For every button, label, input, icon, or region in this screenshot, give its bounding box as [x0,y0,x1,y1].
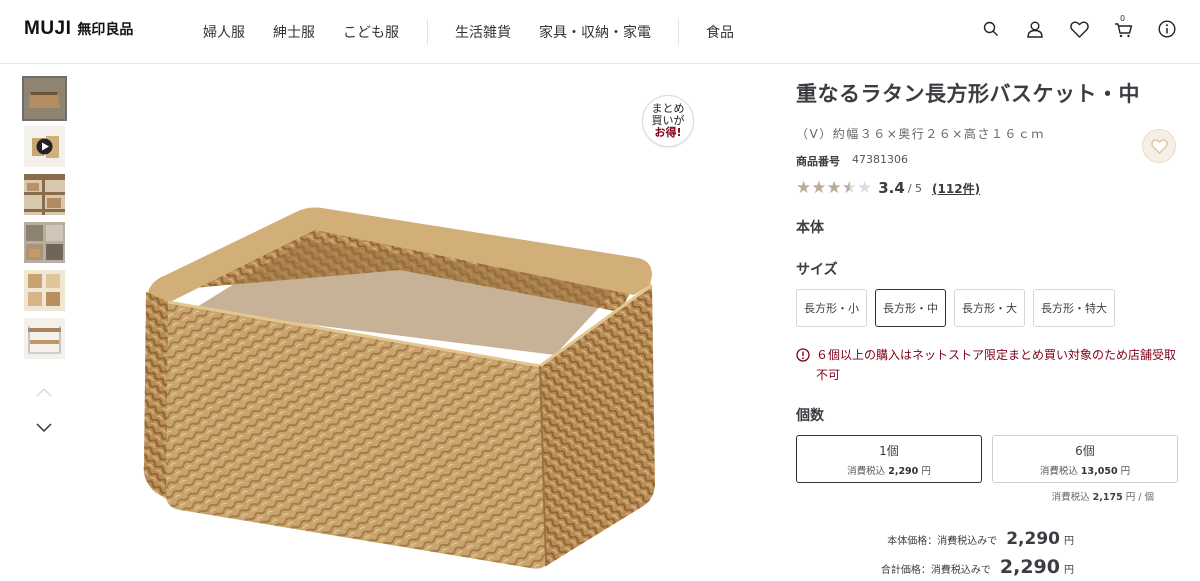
unit-price-note: 消費税込 2,175 円 / 個 [1051,492,1154,503]
size-option-small[interactable]: 長方形・小 [796,289,867,327]
body-price-label: 本体価格：消費税込みで [887,536,998,547]
info-icon[interactable] [1156,18,1178,40]
review-count-link[interactable]: (112件) [932,180,980,197]
size-heading: サイズ [796,262,838,278]
main-nav: 婦人服 紳士服 こども服 生活雑貨 家具・収納・家電 食品 [203,0,734,64]
cart-count: 0 [1120,14,1126,23]
logo-wordmark: MUJI [24,18,72,39]
product-dimensions: （V）約幅３６×奥行２６×高さ１６ｃｍ [796,127,1045,141]
product-detail-panel: 重なるラタン長方形バスケット・中 （V）約幅３６×奥行２６×高さ１６ｃｍ 商品番… [796,78,1186,578]
search-icon[interactable] [980,18,1002,40]
rating-max: / 5 [907,181,923,195]
star-icon: ★ [841,177,857,198]
star-icon: ★ [811,177,827,198]
star-icon: ★ [826,177,842,198]
quantity-option-1[interactable]: 1個 消費税込 2,290 円 [796,435,982,483]
thumbnail-down-arrow[interactable] [34,419,54,438]
size-option-medium[interactable]: 長方形・中 [875,289,946,327]
star-icon: ★ [796,177,812,198]
product-number-value: 47381306 [852,153,908,166]
total-price-yen: 円 [1064,565,1074,576]
site-header: MUJI 無印良品 婦人服 紳士服 こども服 生活雑貨 家具・収納・家電 食品 … [0,0,1200,64]
size-options: 長方形・小 長方形・中 長方形・大 長方形・特大 [796,289,1186,327]
rating-stars: ★ ★ ★ ★ ★ [796,177,873,198]
nav-mens[interactable]: 紳士服 [273,22,315,42]
muji-logo[interactable]: MUJI 無印良品 [24,18,133,40]
nav-food[interactable]: 食品 [706,22,734,42]
heart-icon[interactable] [1068,18,1090,40]
quantity-option-label: 1個 [879,443,899,458]
header-icons: 0 [980,14,1178,40]
badge-line-3: お得! [654,126,682,139]
nav-household[interactable]: 生活雑貨 [455,22,511,42]
thumbnail-room[interactable] [24,222,65,263]
total-price-label: 合計価格：消費税込みで [880,565,991,576]
total-price-value: 2,290 [999,556,1060,578]
product-title: 重なるラタン長方形バスケット・中 [796,82,1140,106]
user-icon[interactable] [1024,18,1046,40]
thumbnail-storage[interactable] [24,270,65,311]
logo-kanji: 無印良品 [77,22,134,38]
thumbnail-basket[interactable] [22,76,67,121]
rating: ★ ★ ★ ★ ★ 3.4 / 5 (112件) [796,179,1186,197]
product-number-label: 商品番号 [796,155,840,168]
alert-icon [796,348,810,385]
warning-text: ６個以上の購入はネットストア限定まとめ買い対象のため店舗受取不可 [816,348,1177,382]
quantity-option-price: 消費税込 2,290 円 [847,465,931,477]
rating-score: 3.4 [878,179,905,197]
product-number: 商品番号 47381306 [796,153,1186,169]
quantity-option-label: 6個 [1075,443,1095,458]
nav-furniture[interactable]: 家具・収納・家電 [539,22,651,42]
body-price-value: 2,290 [1006,529,1060,549]
nav-womens[interactable]: 婦人服 [203,22,245,42]
quantity-option-price: 消費税込 13,050 円 [1039,465,1131,477]
thumbnail-video[interactable] [24,126,65,167]
product-main-image [100,80,720,580]
thumbnail-cart[interactable] [24,318,65,359]
total-price: 合計価格：消費税込みで 2,290 円 [796,556,1186,578]
star-icon: ★ [857,177,873,198]
quantity-option-6[interactable]: 6個 消費税込 13,050 円 [992,435,1178,483]
thumbnail-list [22,76,67,366]
nav-divider [427,19,428,45]
bulk-discount-badge: まとめ 買いが お得! [642,95,694,147]
size-option-large[interactable]: 長方形・大 [954,289,1025,327]
thumbnail-up-arrow[interactable] [34,383,54,402]
body-heading: 本体 [796,220,824,236]
quantity-heading: 個数 [796,408,824,424]
bulk-purchase-warning: ６個以上の購入はネットストア限定まとめ買い対象のため店舗受取不可 [796,345,1186,385]
cart-icon[interactable]: 0 [1112,14,1134,40]
quantity-options: 1個 消費税込 2,290 円 6個 消費税込 13,050 円 [796,435,1186,483]
size-option-xlarge[interactable]: 長方形・特大 [1033,289,1115,327]
thumbnail-shelf[interactable] [24,174,65,215]
nav-kids[interactable]: こども服 [343,22,399,42]
body-price: 本体価格：消費税込みで 2,290 円 [796,529,1186,549]
nav-divider [678,19,679,45]
body-price-yen: 円 [1064,536,1074,547]
